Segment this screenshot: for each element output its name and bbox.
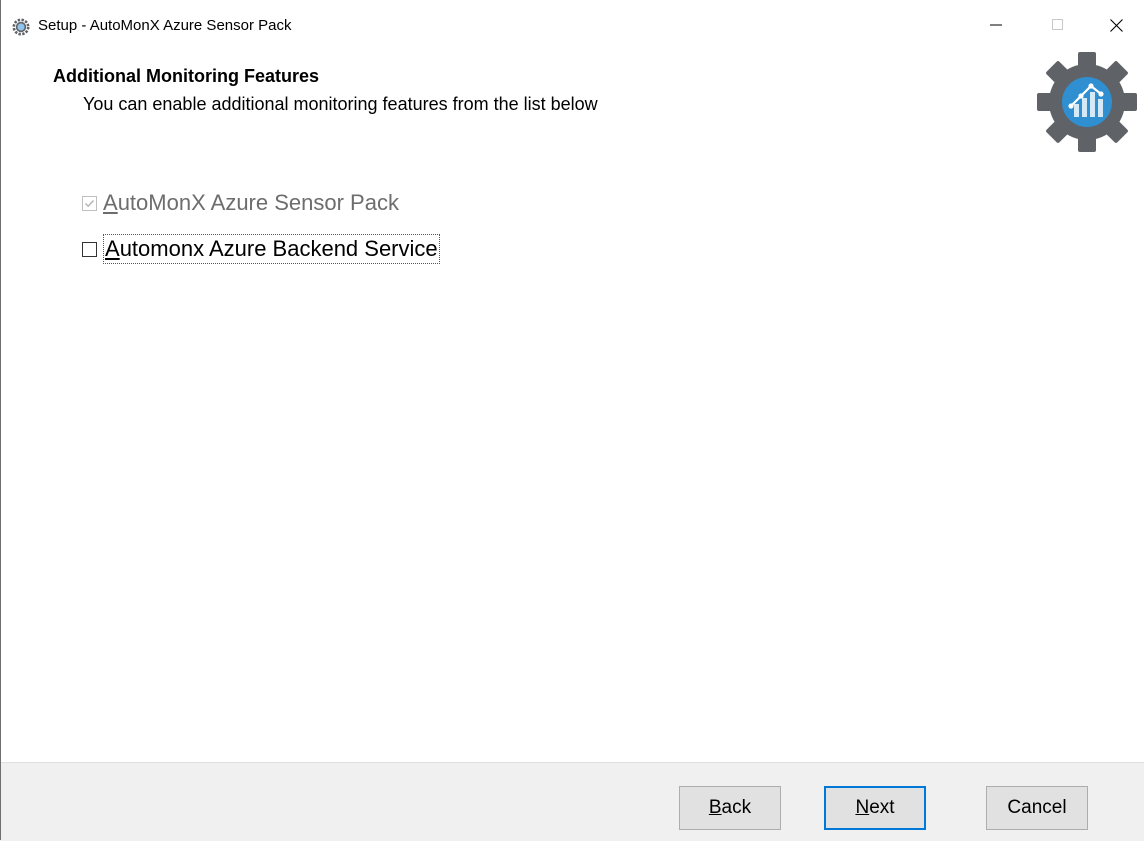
backend-service-label[interactable]: Automonx Azure Backend Service xyxy=(103,234,440,264)
maximize-button[interactable] xyxy=(1030,0,1086,50)
gear-app-icon xyxy=(12,18,30,36)
page-subheading: You can enable additional monitoring fea… xyxy=(83,94,598,114)
checkmark-icon xyxy=(85,199,94,207)
maximize-icon xyxy=(1052,19,1063,30)
title-bar[interactable]: Setup - AutoMonX Azure Sensor Pack xyxy=(0,0,1144,50)
window-border xyxy=(0,0,1144,840)
backend-service-checkbox[interactable] xyxy=(82,241,97,257)
sensor-pack-checkbox xyxy=(82,195,97,211)
gear-chart-logo-icon xyxy=(1037,52,1137,152)
button-bar: Back Next Cancel xyxy=(0,762,1144,841)
window-title: Setup - AutoMonX Azure Sensor Pack xyxy=(38,17,292,34)
setup-window: Setup - AutoMonX Azure Sensor Pack Addit… xyxy=(0,0,1144,841)
cancel-button[interactable]: Cancel xyxy=(986,786,1088,830)
option-sensor-pack: AutoMonX Azure Sensor Pack xyxy=(82,190,399,216)
next-button[interactable]: Next xyxy=(824,786,926,830)
option-backend-service[interactable]: Automonx Azure Backend Service xyxy=(82,234,440,264)
minimize-icon xyxy=(990,24,1002,26)
page-heading: Additional Monitoring Features xyxy=(53,66,319,86)
sensor-pack-label: AutoMonX Azure Sensor Pack xyxy=(103,190,399,215)
minimize-button[interactable] xyxy=(968,0,1024,50)
back-button[interactable]: Back xyxy=(679,786,781,830)
close-icon xyxy=(1109,18,1123,32)
close-button[interactable] xyxy=(1088,0,1144,50)
